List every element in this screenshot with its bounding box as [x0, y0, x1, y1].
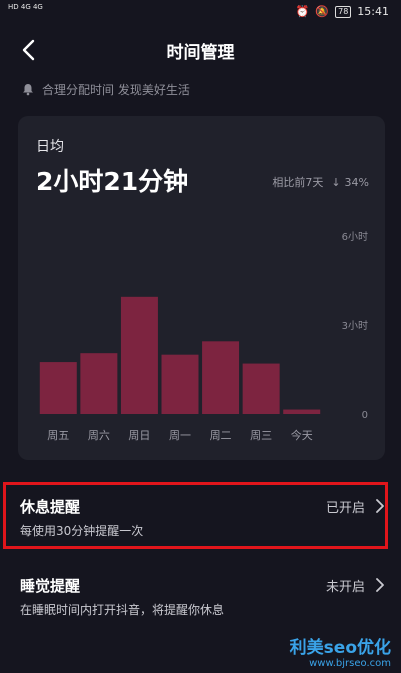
bar-6	[283, 409, 321, 414]
y-tick-label: 3小时	[342, 320, 368, 332]
tip-text: 合理分配时间 发现美好生活	[42, 83, 190, 97]
bar-4	[202, 341, 240, 414]
x-tick-label: 周日	[128, 429, 150, 442]
x-tick-label: 周三	[250, 429, 272, 442]
nav-bar: 时间管理	[0, 30, 401, 70]
status-bar: HD 4G 4G ⏰ 🔕 78 15:41	[0, 0, 401, 26]
rest-reminder-row[interactable]: 休息提醒 每使用30分钟提醒一次 已开启	[0, 483, 401, 547]
clock: 15:41	[357, 5, 389, 18]
battery-level: 78	[335, 5, 352, 18]
bar-2	[120, 296, 158, 414]
status-right: ⏰ 🔕 78 15:41	[296, 5, 389, 18]
watermark-url: www.bjrseo.com	[309, 658, 391, 669]
bar-5	[242, 363, 280, 414]
page-title: 时间管理	[166, 43, 235, 63]
x-tick-label: 周一	[169, 429, 191, 442]
rest-reminder-title: 休息提醒	[20, 498, 81, 516]
bar-0	[39, 362, 77, 414]
chevron-right-icon	[376, 578, 384, 592]
y-tick-label: 0	[362, 410, 368, 421]
mute-icon: 🔕	[315, 5, 330, 18]
rest-reminder-subtitle: 每使用30分钟提醒一次	[20, 524, 144, 538]
chevron-right-icon	[376, 499, 384, 513]
bell-icon	[23, 84, 33, 96]
usage-card: 日均 2小时21分钟 相比前7天 ↓ 34% 6小时 3小时 0 周五 周六 周日 周一 周二…	[18, 116, 385, 460]
watermark-title: 利美seo优化	[289, 638, 391, 658]
signal-indicators: HD 4G 4G	[8, 3, 43, 11]
bar-1	[80, 353, 118, 414]
sleep-reminder-subtitle: 在睡眠时间内打开抖音，将提醒你休息	[20, 603, 225, 617]
x-tick-label: 周五	[47, 429, 69, 442]
bar-3	[161, 354, 199, 414]
usage-chart: 6小时 3小时 0 周五 周六 周日 周一 周二 周三 今天	[39, 231, 368, 442]
rest-reminder-status: 已开启	[325, 501, 365, 516]
tip-line: 合理分配时间 发现美好生活	[22, 81, 190, 98]
alarm-icon: ⏰	[295, 5, 310, 18]
watermark: 利美seo优化 www.bjrseo.com	[290, 633, 391, 669]
y-tick-label: 6小时	[342, 231, 368, 243]
sleep-reminder-title: 睡觉提醒	[20, 577, 81, 595]
x-tick-label: 周六	[88, 429, 110, 442]
sleep-reminder-row[interactable]: 睡觉提醒 在睡眠时间内打开抖音，将提醒你休息 未开启	[0, 562, 401, 626]
x-tick-label: 周二	[210, 429, 232, 442]
x-tick-label: 今天	[291, 428, 313, 442]
sleep-reminder-status: 未开启	[325, 580, 365, 595]
